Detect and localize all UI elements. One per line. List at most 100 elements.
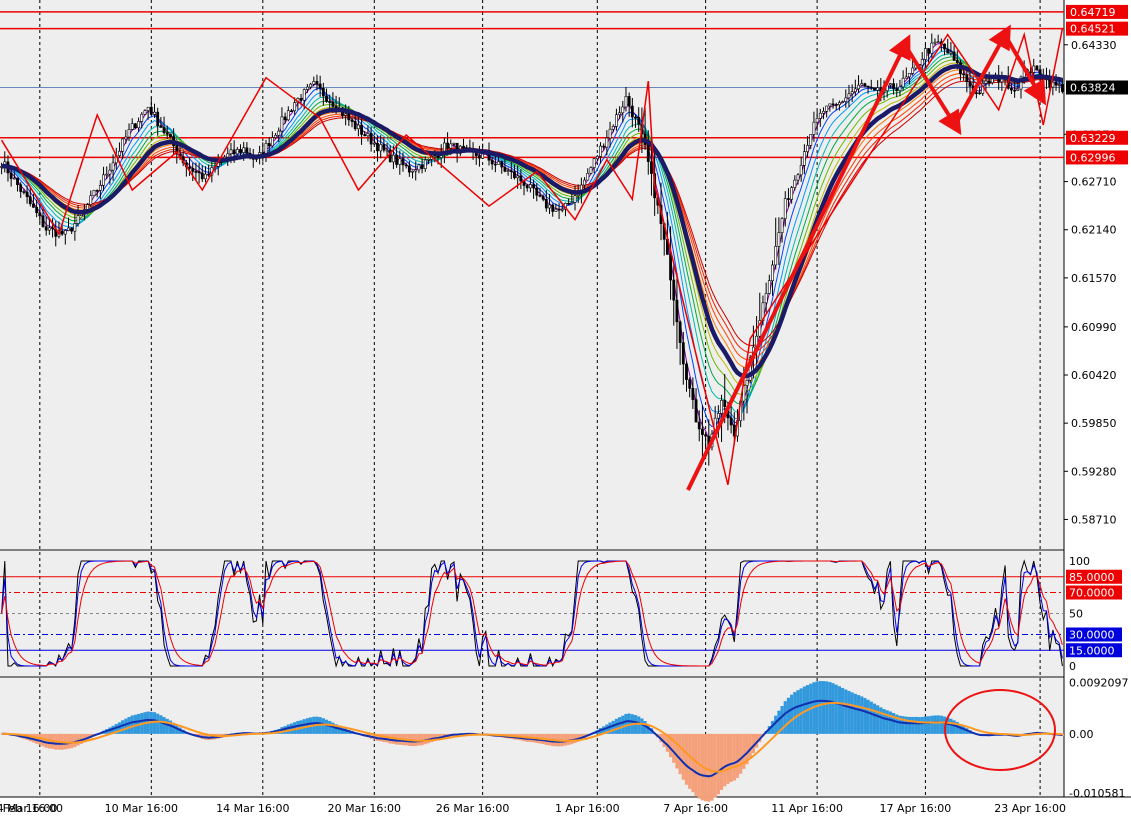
macd-histogram-bar <box>124 719 127 734</box>
candle-body <box>71 228 73 231</box>
macd-histogram-bar <box>717 734 720 794</box>
macd-histogram-bar <box>76 734 79 746</box>
candle-body <box>902 78 904 87</box>
macd-histogram-bar <box>933 715 936 733</box>
candle-body <box>943 44 945 49</box>
candle-body <box>453 143 455 144</box>
candle-body <box>832 104 834 105</box>
candle-body <box>810 134 812 145</box>
candle-body <box>806 145 808 151</box>
macd-histogram-bar <box>917 717 920 734</box>
macd-histogram-bar <box>121 720 124 734</box>
candle-body <box>896 89 898 91</box>
candle-body <box>102 175 104 186</box>
candle-body <box>689 380 691 389</box>
candle-body <box>411 171 413 172</box>
macd-histogram-bar <box>927 716 930 734</box>
macd-histogram-bar <box>710 734 713 801</box>
candle-body <box>150 107 152 114</box>
x-tick-label: 14 Mar 16:00 <box>216 802 289 815</box>
candle-body <box>236 149 238 154</box>
macd-histogram-bar <box>290 724 293 734</box>
candle-body <box>268 143 270 146</box>
candle-body <box>294 103 296 111</box>
stoch-level-label: 70.0000 <box>1069 587 1115 600</box>
candle-body <box>437 156 439 158</box>
macd-histogram-bar <box>911 717 914 734</box>
macd-histogram-bar <box>621 716 624 734</box>
candle-body <box>529 185 531 188</box>
chart-svg: 85.000070.000030.000015.0000100500 0.009… <box>0 0 1131 817</box>
candle-body <box>593 159 595 168</box>
candle-body <box>912 68 914 73</box>
candle-body <box>20 185 22 192</box>
candle-body <box>163 127 165 132</box>
candle-body <box>131 124 133 130</box>
x-tick-label: 23 Apr 16:00 <box>994 802 1066 815</box>
candle-body <box>367 133 369 135</box>
candle-body <box>322 88 324 96</box>
candle-body <box>669 254 671 280</box>
stochastic-panel-bg <box>0 551 1064 676</box>
candle-body <box>405 165 407 166</box>
candle-body <box>309 84 311 87</box>
candle-body <box>42 216 44 227</box>
macd-histogram-bar <box>873 704 876 734</box>
macd-histogram-bar <box>940 716 943 734</box>
candle-body <box>278 131 280 135</box>
candle-body <box>536 188 538 195</box>
candle-body <box>300 98 302 100</box>
candle-body <box>462 146 464 148</box>
chart-root: 85.000070.000030.000015.0000100500 0.009… <box>0 0 1131 817</box>
macd-histogram-bar <box>679 734 682 774</box>
macd-y-tick-label: 0.0092097 <box>1069 676 1129 689</box>
macd-histogram-bar <box>637 716 640 733</box>
macd-histogram-bar <box>322 718 325 734</box>
panels <box>0 0 1131 797</box>
candle-body <box>622 107 624 113</box>
candle-body <box>392 155 394 162</box>
candle-body <box>13 178 15 179</box>
candle-body <box>931 43 933 53</box>
candle-body <box>90 196 92 205</box>
candle-body <box>169 134 171 136</box>
macd-histogram-bar <box>153 712 156 734</box>
x-tick-label: 17 Apr 16:00 <box>880 802 952 815</box>
candle-body <box>274 135 276 137</box>
candle-body <box>303 89 305 100</box>
macd-histogram-bar <box>953 720 956 734</box>
candle-body <box>141 114 143 121</box>
macd-histogram-bar <box>870 702 873 734</box>
candle-body <box>271 138 273 146</box>
y-tick-label: 0.60990 <box>1071 321 1117 334</box>
candle-body <box>606 138 608 147</box>
candle-body <box>1055 82 1057 85</box>
candle-body <box>137 121 139 127</box>
price-level-label: 0.64521 <box>1070 23 1116 36</box>
macd-histogram-bar <box>73 734 76 747</box>
candle-body <box>892 84 894 89</box>
macd-histogram-bar <box>866 700 869 734</box>
macd-histogram-bar <box>691 734 694 792</box>
macd-histogram-bar <box>726 734 729 784</box>
macd-histogram-bar <box>847 691 850 734</box>
candle-body <box>701 429 703 435</box>
candle-body <box>434 156 436 157</box>
candle-body <box>192 168 194 171</box>
candle-body <box>520 176 522 181</box>
candle-body <box>956 60 958 62</box>
macd-histogram-bar <box>819 681 822 734</box>
candle-body <box>230 150 232 154</box>
candle-body <box>157 112 159 126</box>
candle-body <box>396 155 398 164</box>
candle-body <box>125 137 127 139</box>
candle-body <box>724 400 726 406</box>
macd-y-tick-label: -0.010581 <box>1069 787 1125 800</box>
candle-body <box>539 195 541 196</box>
candle-body <box>596 156 598 158</box>
macd-histogram-bar <box>831 683 834 734</box>
macd-histogram-bar <box>800 688 803 733</box>
candle-body <box>284 117 286 120</box>
x-tick-label: 1 Apr 16:00 <box>555 802 620 815</box>
macd-histogram-bar <box>787 698 790 734</box>
